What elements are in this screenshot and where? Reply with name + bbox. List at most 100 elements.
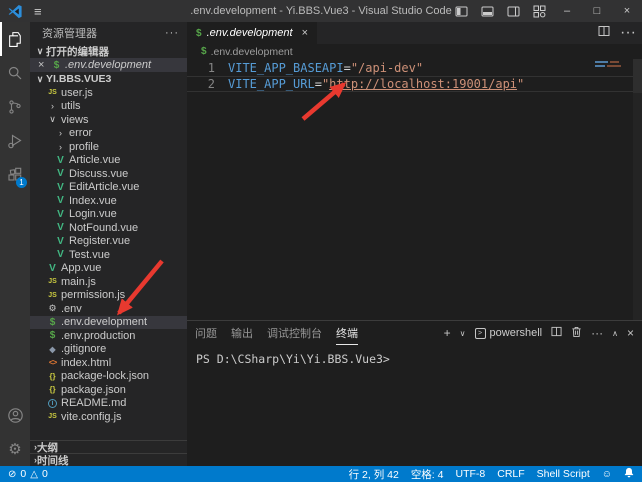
close-window-button[interactable]: × [612,0,642,22]
tree-item-App-vue[interactable]: VApp.vue [30,262,187,276]
panel-tab-problems[interactable]: 问题 [195,321,217,345]
encoding[interactable]: UTF-8 [456,468,486,480]
close-tab-icon[interactable]: × [302,27,308,39]
tree-item-vite-config-js[interactable]: JSvite.config.js [30,410,187,424]
tree-item-env-production[interactable]: $.env.production [30,329,187,343]
tree-item-label: .gitignore [59,343,106,355]
tree-item-main-js[interactable]: JSmain.js [30,275,187,289]
editor-scrollbar[interactable] [633,59,642,320]
tree-item-index-html[interactable]: <>index.html [30,356,187,370]
env-key: VITE_APP_BASEAPI [228,61,344,75]
settings-gear-icon[interactable]: ⚙ [0,432,30,466]
chevron-right-icon: › [46,101,59,111]
source-control-icon[interactable] [0,90,30,124]
terminal-dropdown-icon[interactable]: ∨ [460,329,466,338]
tree-item-label: EditArticle.vue [67,181,139,193]
warnings-count[interactable]: 0 [42,468,48,480]
panel-tab-terminal[interactable]: 终端 [336,321,358,345]
explorer-icon[interactable] [0,22,30,56]
toggle-sidebar-icon[interactable] [448,0,474,22]
errors-count[interactable]: 0 [20,468,26,480]
tree-item-label: package.json [59,384,126,396]
eol-sequence[interactable]: CRLF [497,468,524,480]
tree-item-utils[interactable]: ›utils [30,100,187,114]
kill-terminal-icon[interactable] [571,326,582,341]
maximize-button[interactable]: □ [582,0,612,22]
tree-item-Index-vue[interactable]: VIndex.vue [30,194,187,208]
panel-tab-debug-console[interactable]: 调试控制台 [267,321,322,345]
vue-file-icon: V [54,209,67,220]
timeline-section[interactable]: › 时间线 [30,453,187,466]
tree-item-EditArticle-vue[interactable]: VEditArticle.vue [30,181,187,195]
notifications-bell-icon[interactable] [624,467,634,481]
search-icon[interactable] [0,56,30,90]
tree-item-permission-js[interactable]: JSpermission.js [30,289,187,303]
project-section[interactable]: ∨ YI.BBS.VUE3 [30,72,187,86]
tree-item-label: .env.production [59,330,135,342]
run-debug-icon[interactable] [0,124,30,158]
tree-item-profile[interactable]: ›profile [30,140,187,154]
shell-selector[interactable]: > powershell [475,327,543,339]
url-link[interactable]: http://localhost:19001/api [329,77,517,91]
tree-item-label: .env [59,303,82,315]
tree-item-gitignore[interactable]: ◆.gitignore [30,343,187,357]
tree-item-user-js[interactable]: JSuser.js [30,86,187,100]
tree-item-error[interactable]: ›error [30,127,187,141]
tree-item-views[interactable]: ∨views [30,113,187,127]
js-file-icon: JS [46,292,59,299]
tree-item-Test-vue[interactable]: VTest.vue [30,248,187,262]
editor-more-actions-icon[interactable]: ··· [620,24,636,42]
code-editor[interactable]: 1 VITE_APP_BASEAPI="/api-dev" 2 VITE_APP… [187,59,642,320]
toggle-panel-icon[interactable] [474,0,500,22]
menu-hamburger-icon[interactable]: ≡ [34,4,42,19]
close-panel-icon[interactable]: × [627,326,634,340]
warnings-icon[interactable]: △ [30,469,38,480]
info-file-icon: i [46,399,59,408]
toggle-secondary-sidebar-icon[interactable] [500,0,526,22]
minimize-button[interactable]: – [552,0,582,22]
panel-more-actions-icon[interactable]: ··· [591,326,603,340]
project-label: YI.BBS.VUE3 [46,73,111,85]
equals-sign: = [344,61,351,75]
tree-item-label: package-lock.json [59,370,149,382]
chevron-right-icon: › [54,142,67,152]
tree-item-README-md[interactable]: iREADME.md [30,397,187,411]
tree-item-label: profile [67,141,99,153]
terminal[interactable]: PS D:\CSharp\Yi\Yi.BBS.Vue3> [187,345,642,466]
tree-item-env-development[interactable]: $.env.development [30,316,187,330]
new-terminal-icon[interactable]: + [444,326,451,340]
minimap[interactable] [595,61,629,69]
tree-item-Register-vue[interactable]: VRegister.vue [30,235,187,249]
indentation[interactable]: 空格: 4 [411,467,444,482]
tree-item-label: vite.config.js [59,411,122,423]
breadcrumb[interactable]: $ .env.development [187,44,642,59]
extensions-icon[interactable]: 1 [0,158,30,192]
tree-item-NotFound-vue[interactable]: VNotFound.vue [30,221,187,235]
open-editors-section[interactable]: ∨ 打开的编辑器 [30,44,187,58]
outline-section[interactable]: › 大纲 [30,440,187,453]
feedback-smiley-icon[interactable]: ☺ [602,469,612,480]
tree-item-Login-vue[interactable]: VLogin.vue [30,208,187,222]
cursor-position[interactable]: 行 2, 列 42 [349,467,399,482]
maximize-panel-icon[interactable]: ∧ [612,329,618,338]
tree-item-package-lock-json[interactable]: {}package-lock.json [30,370,187,384]
account-icon[interactable] [0,398,30,432]
language-mode[interactable]: Shell Script [537,468,590,480]
open-editor-item[interactable]: × $ .env.development [30,58,187,72]
tree-item-Article-vue[interactable]: VArticle.vue [30,154,187,168]
split-editor-icon[interactable] [598,24,610,42]
customize-layout-icon[interactable] [526,0,552,22]
tab-label: .env.development [207,27,293,39]
tab-env-development[interactable]: $ .env.development × [187,22,317,44]
sidebar-more-actions-icon[interactable]: ··· [165,27,179,39]
html-file-icon: <> [46,358,59,367]
tree-item-label: Article.vue [67,154,120,166]
panel-tab-output[interactable]: 输出 [231,321,253,345]
close-editor-icon[interactable]: × [38,59,50,71]
tree-item-Discuss-vue[interactable]: VDiscuss.vue [30,167,187,181]
tree-item-env[interactable]: ⚙.env [30,302,187,316]
errors-icon[interactable]: ⊘ [8,469,16,480]
gear-file-icon: ⚙ [46,303,59,314]
split-terminal-icon[interactable] [551,326,562,340]
tree-item-package-json[interactable]: {}package.json [30,383,187,397]
